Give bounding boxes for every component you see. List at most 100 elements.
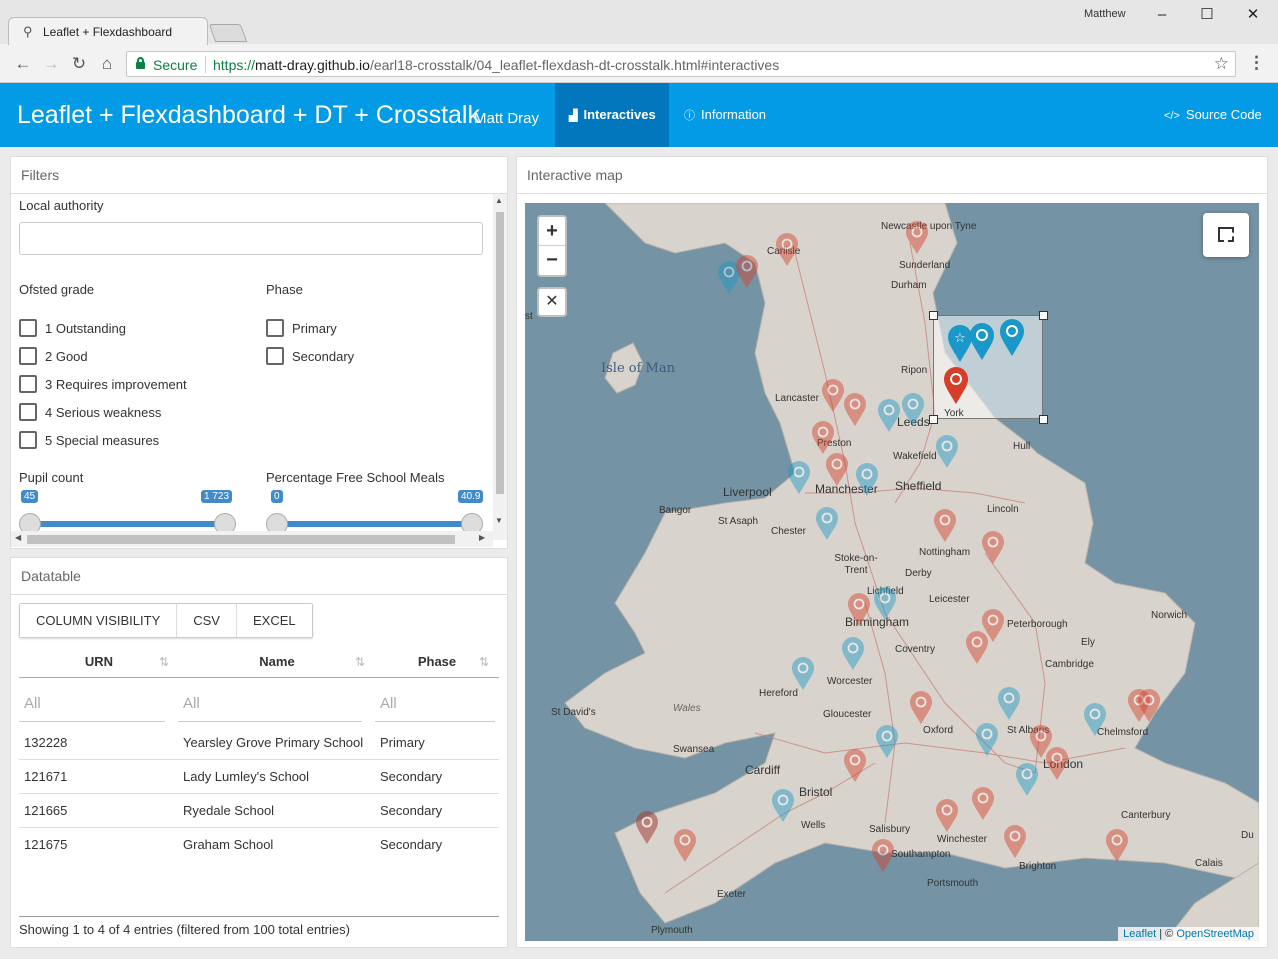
school-marker[interactable]	[821, 379, 845, 413]
school-marker[interactable]	[905, 221, 929, 255]
school-marker[interactable]	[791, 657, 815, 691]
tab-interactives[interactable]: ▟ Interactives	[555, 83, 669, 147]
scroll-thumb[interactable]	[27, 535, 455, 544]
school-marker[interactable]	[971, 787, 995, 821]
selection-handle[interactable]	[929, 311, 938, 320]
source-code-link[interactable]: </> Source Code	[1150, 83, 1276, 147]
sort-icon[interactable]: ⇅	[355, 646, 365, 678]
minimize-icon[interactable]: –	[1147, 5, 1177, 25]
table-row[interactable]: 132228 Yearsley Grove Primary School Pri…	[19, 726, 499, 760]
selection-handle[interactable]	[929, 415, 938, 424]
school-marker[interactable]	[933, 509, 957, 543]
checkbox[interactable]	[19, 375, 37, 393]
scroll-down-icon[interactable]: ▼	[495, 516, 503, 525]
school-marker[interactable]	[811, 421, 835, 455]
school-marker[interactable]	[943, 367, 968, 404]
new-tab-button[interactable]	[208, 24, 248, 42]
checkbox-special-measures[interactable]: 5 Special measures	[19, 430, 159, 450]
address-bar[interactable]: Secure https://matt-dray.github.io/earl1…	[126, 51, 1236, 77]
zoom-in-button[interactable]: +	[539, 217, 565, 246]
column-header-urn[interactable]: URN ⇅	[19, 646, 179, 678]
school-marker[interactable]	[843, 393, 867, 427]
pupil-count-slider[interactable]: 45 1 723	[19, 490, 241, 535]
back-arrow-icon[interactable]: ←	[12, 53, 34, 75]
school-marker[interactable]	[787, 461, 811, 495]
openstreetmap-link[interactable]: OpenStreetMap	[1176, 928, 1254, 940]
scroll-up-icon[interactable]: ▲	[495, 196, 503, 205]
bookmark-star-icon[interactable]: ☆	[1214, 54, 1229, 74]
school-marker[interactable]	[1105, 829, 1129, 863]
name-filter-input[interactable]: All	[178, 686, 362, 722]
sort-icon[interactable]: ⇅	[159, 646, 169, 678]
school-marker[interactable]	[1137, 689, 1161, 723]
school-marker[interactable]	[975, 723, 999, 757]
school-marker[interactable]	[997, 687, 1021, 721]
excel-button[interactable]: EXCEL	[236, 604, 312, 637]
school-marker[interactable]	[877, 399, 901, 433]
school-marker[interactable]	[841, 637, 865, 671]
column-visibility-button[interactable]: COLUMN VISIBILITY	[20, 604, 178, 637]
urn-filter-input[interactable]: All	[19, 686, 165, 722]
checkbox[interactable]	[19, 431, 37, 449]
checkbox[interactable]	[266, 319, 284, 337]
selection-tool-button[interactable]	[1203, 213, 1249, 257]
school-marker[interactable]	[969, 323, 994, 360]
school-marker[interactable]	[999, 319, 1024, 356]
sort-icon[interactable]: ⇅	[479, 646, 489, 678]
leaflet-link[interactable]: Leaflet	[1123, 928, 1156, 940]
school-marker[interactable]	[901, 393, 925, 427]
csv-button[interactable]: CSV	[177, 604, 237, 637]
tab-information[interactable]: ⓘ Information	[670, 83, 780, 147]
phase-filter-input[interactable]: All	[375, 686, 495, 722]
local-authority-input[interactable]	[19, 222, 483, 255]
scroll-thumb[interactable]	[496, 212, 504, 494]
school-marker[interactable]	[1083, 703, 1107, 737]
school-marker[interactable]	[981, 609, 1005, 643]
school-marker[interactable]	[815, 507, 839, 541]
checkbox-secondary[interactable]: Secondary	[266, 346, 354, 366]
checkbox-good[interactable]: 2 Good	[19, 346, 88, 366]
checkbox[interactable]	[19, 347, 37, 365]
column-header-name[interactable]: Name ⇅	[179, 646, 375, 678]
school-marker[interactable]	[735, 255, 759, 289]
table-row[interactable]: 121665 Ryedale School Secondary	[19, 794, 499, 828]
browser-menu-icon[interactable]: ⋮	[1248, 53, 1265, 73]
leaflet-map[interactable]: Newcastle upon Tyne Carlisle Sunderland …	[525, 203, 1259, 941]
school-marker[interactable]	[935, 435, 959, 469]
checkbox[interactable]	[19, 403, 37, 421]
maximize-icon[interactable]: ☐	[1192, 5, 1222, 25]
school-marker[interactable]	[1003, 825, 1027, 859]
horizontal-scrollbar[interactable]: ◀ ▶	[11, 531, 493, 547]
checkbox[interactable]	[19, 319, 37, 337]
url-text[interactable]: https://matt-dray.github.io/earl18-cross…	[213, 57, 779, 73]
close-window-icon[interactable]: ✕	[1238, 5, 1268, 25]
table-row[interactable]: 121671 Lady Lumley's School Secondary	[19, 760, 499, 794]
selection-handle[interactable]	[1039, 415, 1048, 424]
dashboard-title[interactable]: Leaflet + Flexdashboard + DT + Crosstalk	[17, 101, 480, 130]
school-marker[interactable]	[1015, 763, 1039, 797]
school-marker[interactable]	[771, 789, 795, 823]
scroll-left-icon[interactable]: ◀	[15, 533, 21, 542]
checkbox[interactable]	[266, 347, 284, 365]
checkbox-serious-weakness[interactable]: 4 Serious weakness	[19, 402, 161, 422]
scroll-right-icon[interactable]: ▶	[479, 533, 485, 542]
school-marker[interactable]	[935, 799, 959, 833]
profile-name[interactable]: Matthew	[1084, 8, 1126, 20]
school-marker[interactable]	[855, 463, 879, 497]
school-marker[interactable]	[635, 811, 659, 845]
school-marker[interactable]	[673, 829, 697, 863]
school-marker[interactable]: ☆	[947, 325, 972, 362]
forward-arrow-icon[interactable]: →	[40, 53, 62, 75]
home-icon[interactable]: ⌂	[96, 53, 118, 75]
checkbox-primary[interactable]: Primary	[266, 318, 337, 338]
school-marker[interactable]	[909, 691, 933, 725]
zoom-out-button[interactable]: −	[539, 246, 565, 275]
checkbox-requires-improvement[interactable]: 3 Requires improvement	[19, 374, 187, 394]
clear-selection-button[interactable]: ✕	[537, 287, 567, 317]
school-marker[interactable]	[825, 453, 849, 487]
selection-handle[interactable]	[1039, 311, 1048, 320]
school-marker[interactable]	[843, 749, 867, 783]
school-marker[interactable]	[775, 233, 799, 267]
school-marker[interactable]	[1045, 747, 1069, 781]
reload-icon[interactable]: ↻	[68, 53, 90, 75]
